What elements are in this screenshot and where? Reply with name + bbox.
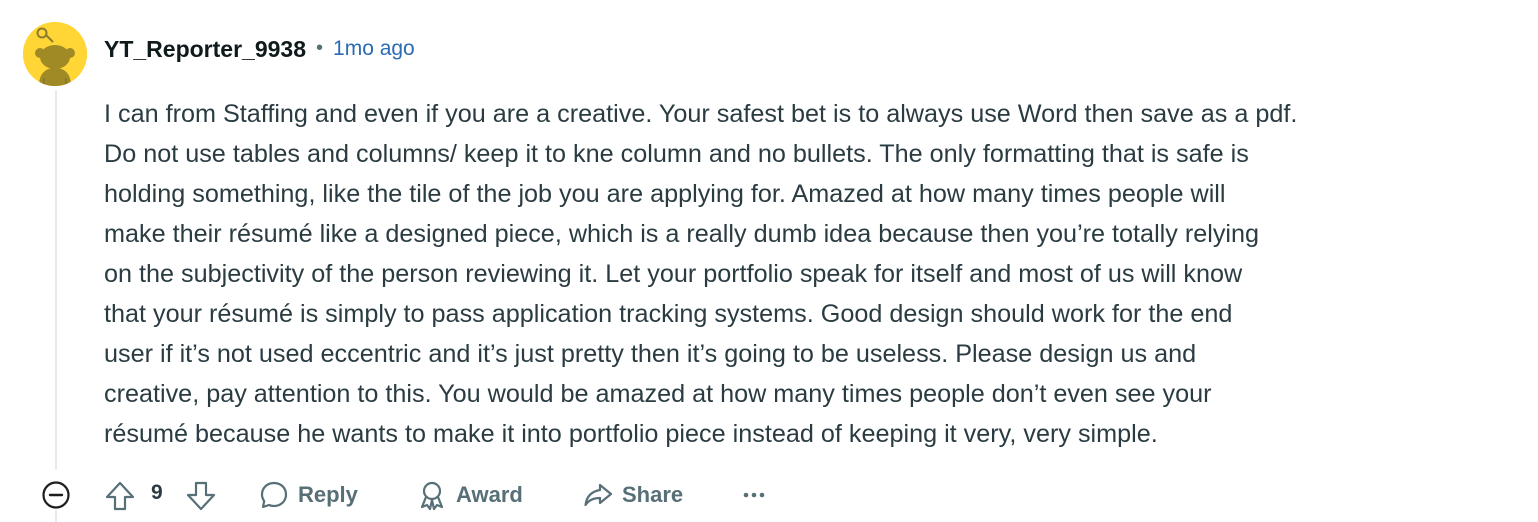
- comment-action-bar: 9 Reply Award Share: [0, 470, 1538, 520]
- meta-separator: •: [316, 36, 324, 59]
- award-ribbon-icon: [416, 479, 448, 511]
- collapse-minus-icon: [42, 481, 70, 509]
- more-options-button[interactable]: [735, 476, 773, 514]
- comment-author[interactable]: YT_Reporter_9938: [104, 36, 306, 63]
- downvote-button[interactable]: [184, 479, 218, 513]
- comment-meta: YT_Reporter_9938 • 1mo ago: [104, 33, 415, 65]
- user-avatar[interactable]: [23, 22, 87, 86]
- ellipsis-icon: [743, 492, 765, 498]
- reply-button[interactable]: Reply: [258, 476, 358, 514]
- share-arrow-icon: [582, 479, 614, 511]
- upvote-arrow-icon: [105, 481, 135, 511]
- speech-bubble-icon: [258, 479, 290, 511]
- downvote-arrow-icon: [186, 481, 216, 511]
- award-button[interactable]: Award: [416, 476, 523, 514]
- thread-line: [55, 90, 57, 470]
- vote-score: 9: [151, 481, 163, 504]
- snoo-avatar-icon: [23, 22, 87, 86]
- collapse-thread-button[interactable]: [39, 478, 73, 512]
- comment-timestamp[interactable]: 1mo ago: [333, 37, 415, 61]
- award-label: Award: [456, 482, 523, 507]
- comment-body: I can from Staffing and even if you are …: [104, 100, 1298, 448]
- share-button[interactable]: Share: [582, 476, 683, 514]
- reply-label: Reply: [298, 482, 358, 507]
- share-label: Share: [622, 482, 684, 507]
- upvote-button[interactable]: [103, 479, 137, 513]
